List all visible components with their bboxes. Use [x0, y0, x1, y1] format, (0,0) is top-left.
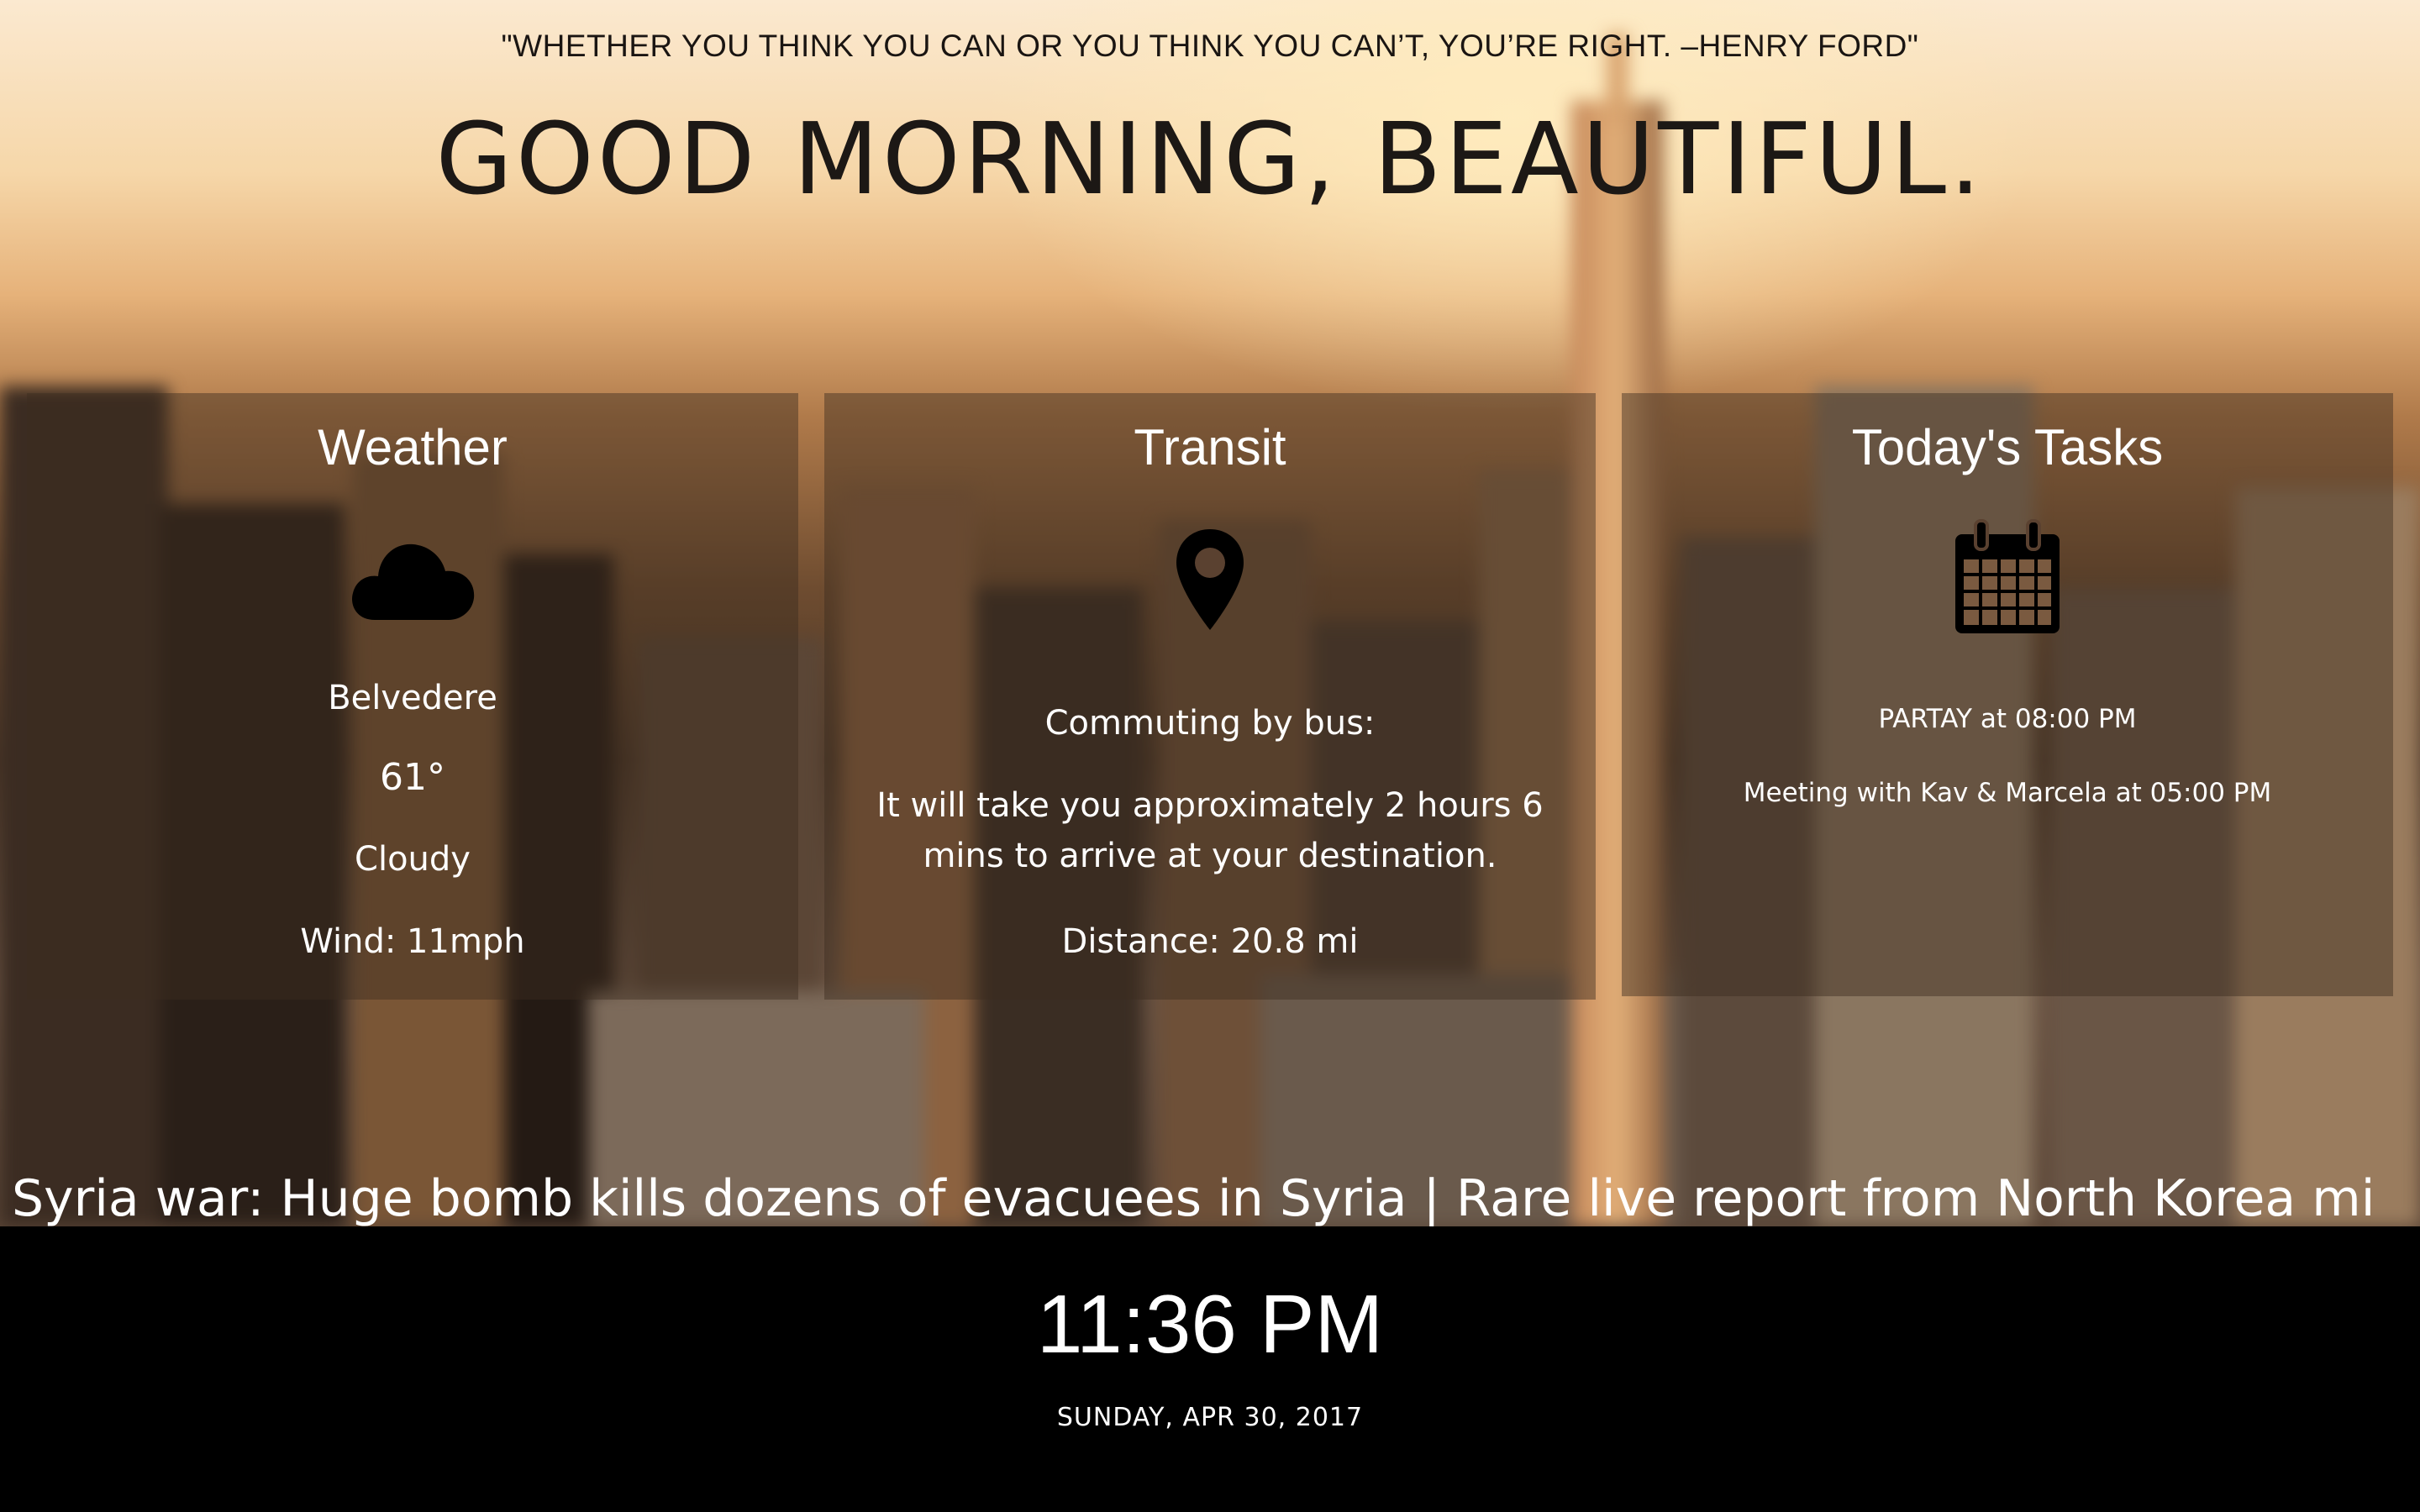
weather-wind: Wind: 11mph: [300, 922, 525, 961]
transit-title: Transit: [1134, 419, 1286, 475]
greeting-heading: GOOD MORNING, BEAUTIFUL.: [435, 101, 1985, 217]
weather-temperature: 61°: [380, 756, 445, 799]
transit-eta-line1: It will take you approximately 2 hours 6: [876, 786, 1544, 825]
cloud-icon: [350, 528, 476, 625]
transit-distance: Distance: 20.8 mi: [1061, 922, 1359, 961]
news-ticker[interactable]: Syria war: Huge bomb kills dozens of eva…: [0, 1169, 2420, 1228]
calendar-icon: [1952, 519, 2063, 640]
transit-mode: Commuting by bus:: [1044, 704, 1376, 743]
weather-title: Weather: [318, 419, 508, 475]
task-item: Meeting with Kav & Marcela at 05:00 PM: [1743, 778, 2272, 808]
clock-footer: 11:36 PM SUNDAY, APR 30, 2017: [0, 1226, 2420, 1512]
weather-location: Belvedere: [328, 679, 497, 717]
transit-eta-line2: mins to arrive at your destination.: [923, 837, 1497, 875]
quote-text: "WHETHER YOU THINK YOU CAN OR YOU THINK …: [501, 29, 1919, 63]
map-pin-icon: [1175, 528, 1245, 635]
transit-panel: Transit Commuting by bus: It will take y…: [824, 393, 1596, 1000]
weather-condition: Cloudy: [355, 840, 471, 879]
tasks-title: Today's Tasks: [1851, 419, 2164, 475]
clock-date: SUNDAY, APR 30, 2017: [1056, 1403, 1364, 1432]
weather-panel: Weather Belvedere 61° Cloudy Wind: 11mph: [27, 393, 798, 1000]
tasks-panel: Today's Tasks PARTAY at 08:00 PM Meeting…: [1622, 393, 2393, 996]
task-item: PARTAY at 08:00 PM: [1878, 704, 2137, 734]
clock-time: 11:36 PM: [1036, 1278, 1384, 1370]
